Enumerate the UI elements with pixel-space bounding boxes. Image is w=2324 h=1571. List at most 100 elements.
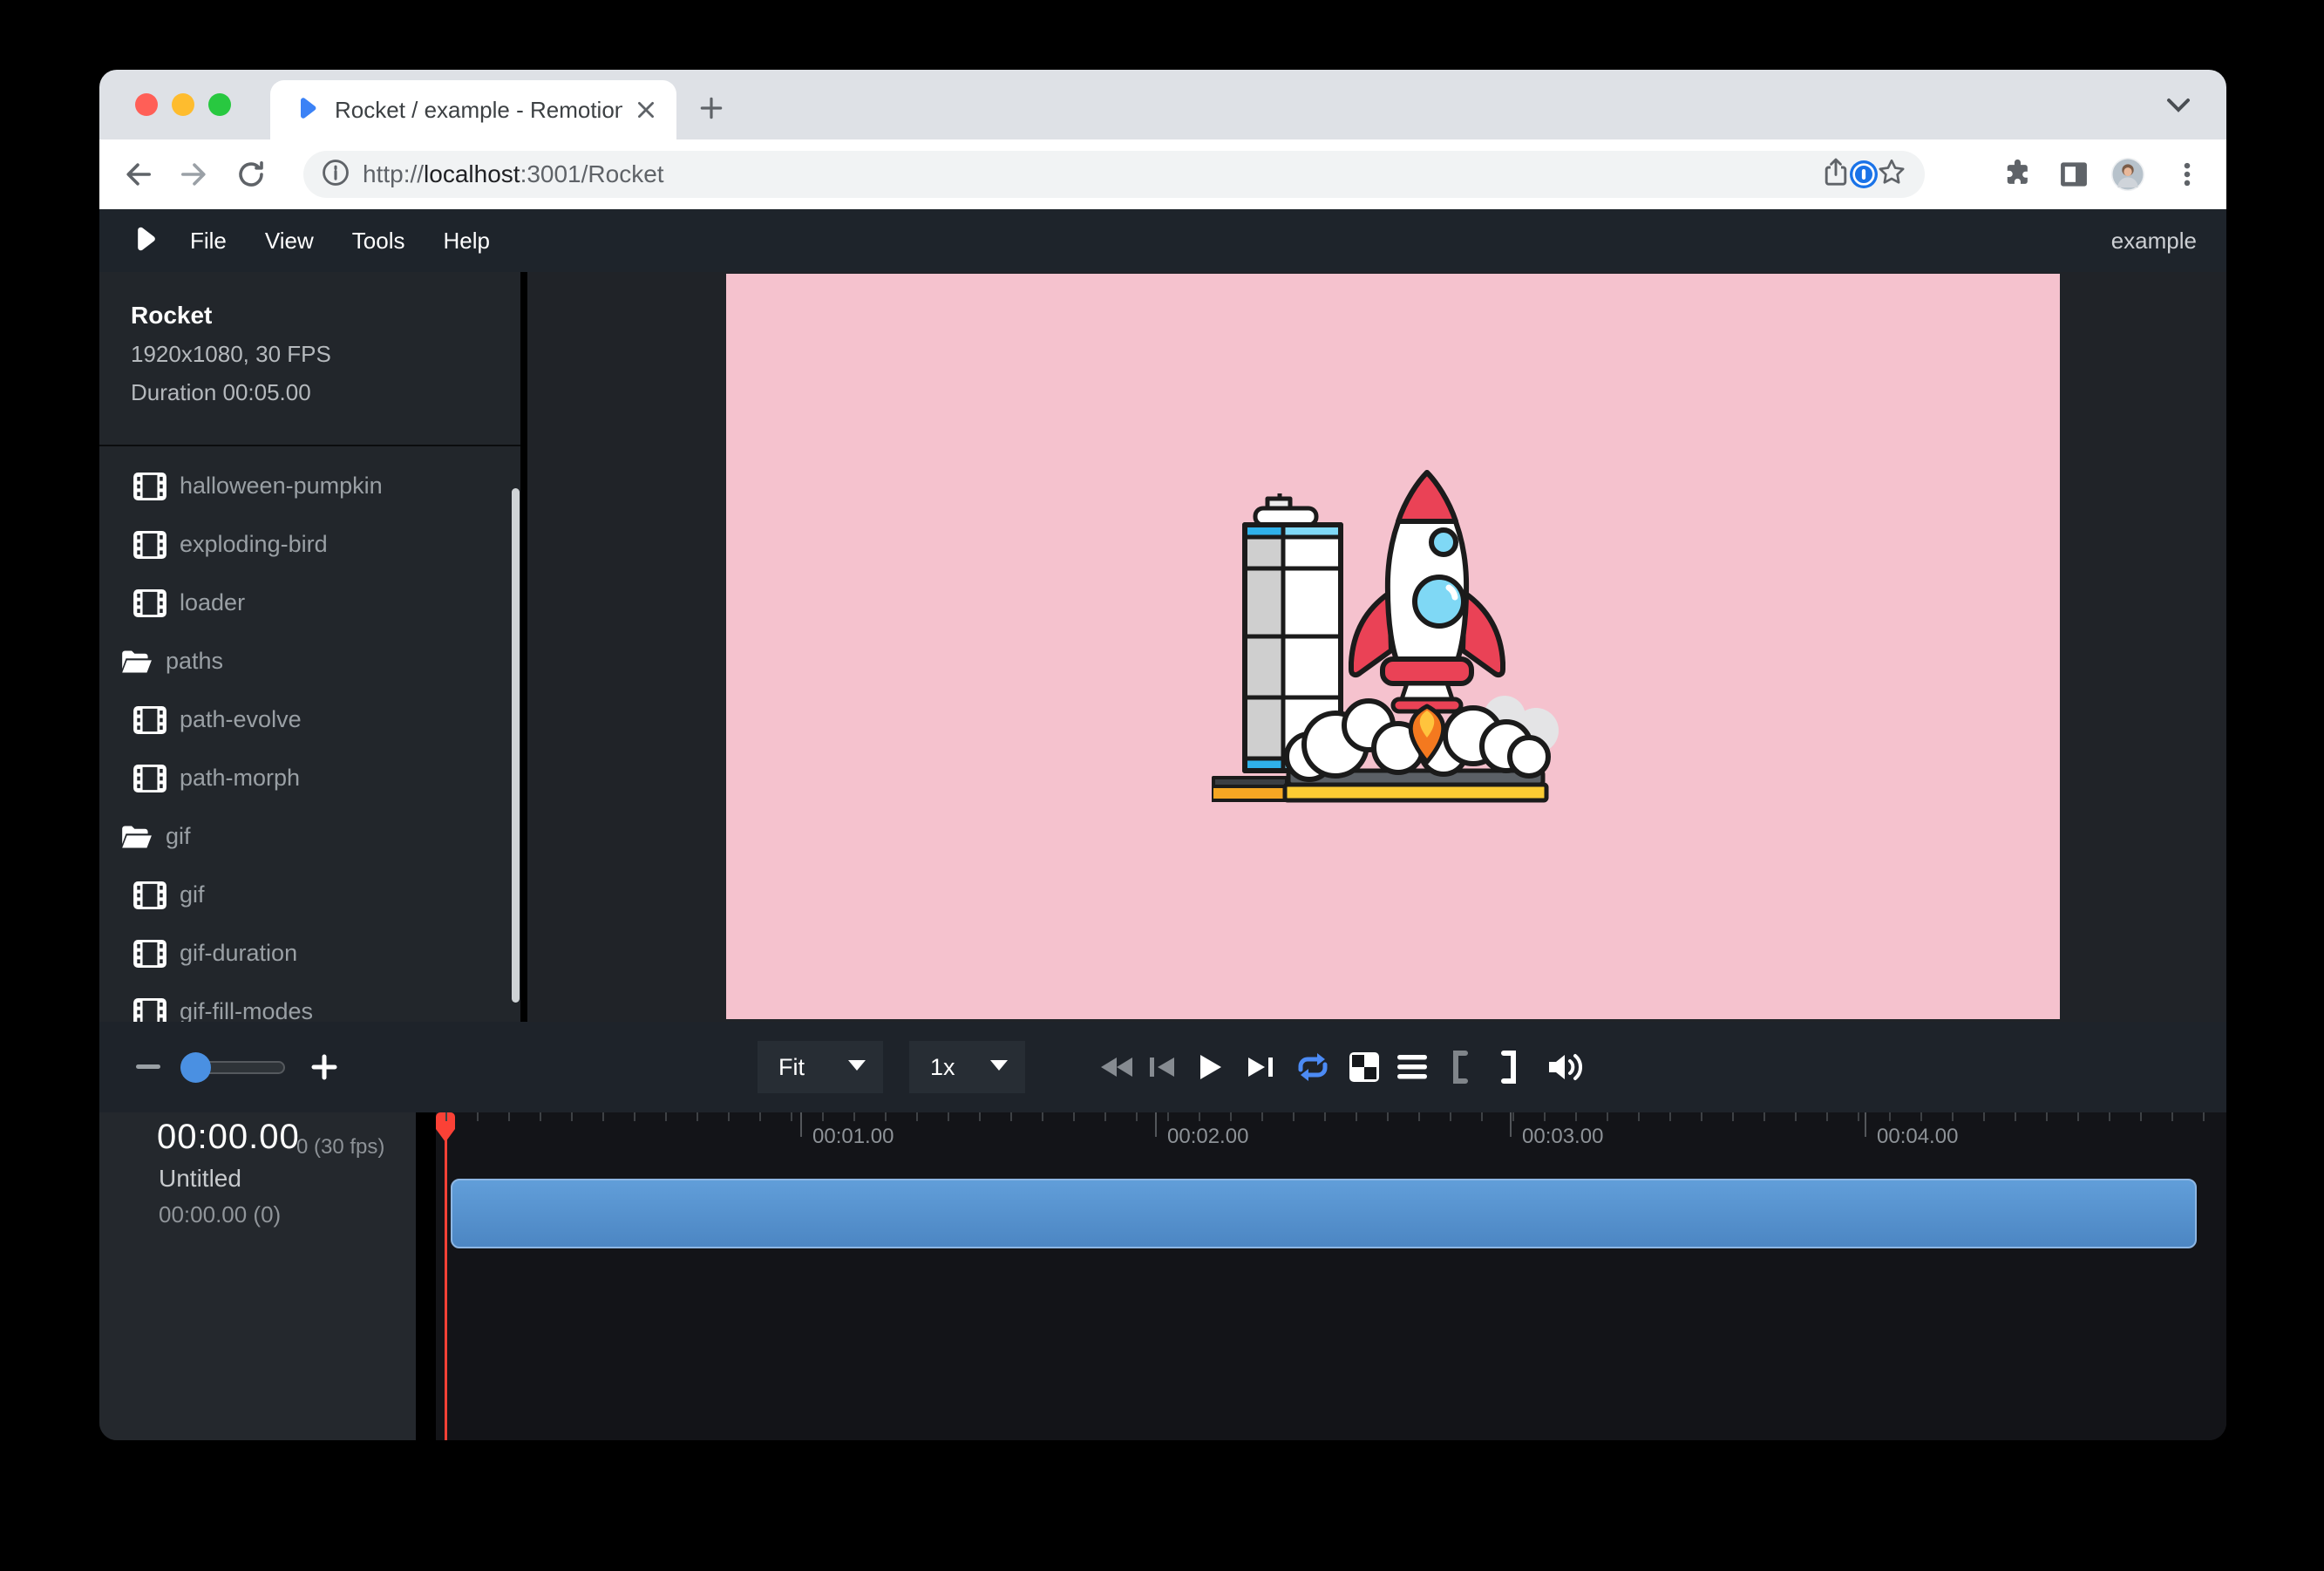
ruler-tick xyxy=(822,1112,824,1121)
playback-toolbar: Fit 1x xyxy=(99,1022,2226,1112)
ruler-tick xyxy=(2171,1112,2173,1121)
traffic-light-zoom[interactable] xyxy=(208,93,231,116)
browser-tab[interactable]: Rocket / example - Remotion P xyxy=(270,80,676,139)
menu-tools[interactable]: Tools xyxy=(352,228,405,255)
main-area: Rocket 1920x1080, 30 FPS Duration 00:05.… xyxy=(99,272,2226,1022)
forward-button[interactable] xyxy=(177,157,212,192)
traffic-light-minimize[interactable] xyxy=(172,93,194,116)
ruler-tick xyxy=(759,1112,761,1121)
address-bar[interactable]: http://localhost:3001/Rocket xyxy=(303,151,1925,198)
composition-list-item[interactable]: halloween-pumpkin xyxy=(99,457,520,515)
skip-to-start-button[interactable] xyxy=(1096,1022,1138,1112)
compositions-sidebar: Rocket 1920x1080, 30 FPS Duration 00:05.… xyxy=(99,272,520,1022)
out-point-bracket-button[interactable] xyxy=(1492,1022,1526,1112)
menu-help[interactable]: Help xyxy=(444,228,490,255)
ruler-tick xyxy=(1261,1112,1263,1121)
chevron-down-icon xyxy=(990,1059,1008,1075)
browser-menu-icon[interactable] xyxy=(2170,157,2205,192)
ruler-tick xyxy=(571,1112,573,1121)
composition-list-item[interactable]: gif-duration xyxy=(99,924,520,983)
ruler-tick xyxy=(634,1112,635,1121)
extensions-puzzle-icon[interactable] xyxy=(2001,157,2035,192)
ruler-tick xyxy=(697,1112,698,1121)
profile-avatar[interactable] xyxy=(2110,157,2145,192)
speed-dropdown[interactable]: 1x xyxy=(909,1041,1025,1093)
menu-file[interactable]: File xyxy=(190,228,227,255)
ruler-tick xyxy=(1575,1112,1577,1121)
composition-list-item[interactable]: exploding-bird xyxy=(99,515,520,574)
composition-list-item[interactable]: gif xyxy=(99,807,520,866)
ruler-tick xyxy=(1167,1112,1169,1121)
composition-list-item[interactable]: gif xyxy=(99,866,520,924)
speed-dropdown-value: 1x xyxy=(930,1054,955,1081)
ruler-tick xyxy=(1199,1112,1200,1121)
new-tab-button[interactable] xyxy=(697,94,725,126)
ruler-tick xyxy=(1638,1112,1640,1121)
composition-list-item[interactable]: paths xyxy=(99,632,520,690)
ruler-tick xyxy=(2015,1112,2016,1121)
menu-view[interactable]: View xyxy=(265,228,314,255)
tab-close-icon[interactable] xyxy=(633,97,659,123)
composition-list-item[interactable]: path-morph xyxy=(99,749,520,807)
ruler-tick xyxy=(853,1112,855,1121)
previous-frame-button[interactable] xyxy=(1143,1022,1181,1112)
video-frame xyxy=(726,274,2060,1019)
ruler-tick xyxy=(1450,1112,1451,1121)
ruler-time-label: 00:04.00 xyxy=(1877,1125,1958,1149)
loop-toggle-button[interactable] xyxy=(1292,1022,1334,1112)
track-name-label: Untitled xyxy=(159,1165,241,1193)
ruler-time-label: 00:01.00 xyxy=(812,1125,894,1149)
screen-background: Rocket / example - Remotion P xyxy=(0,0,2324,1571)
zoom-slider-thumb[interactable] xyxy=(180,1052,211,1083)
composition-label: loader xyxy=(180,589,245,616)
film-icon xyxy=(133,706,166,734)
in-point-bracket-button[interactable] xyxy=(1443,1022,1478,1112)
remotion-logo[interactable] xyxy=(129,224,159,258)
next-frame-button[interactable] xyxy=(1241,1022,1280,1112)
ruler-tick xyxy=(1826,1112,1828,1121)
size-dropdown[interactable]: Fit xyxy=(758,1041,883,1093)
tab-search-chevron-icon[interactable] xyxy=(2165,98,2191,118)
ruler-tick xyxy=(1669,1112,1671,1121)
sidebar-scrollbar[interactable] xyxy=(512,488,520,1003)
side-panel-icon[interactable] xyxy=(2056,157,2091,192)
timeline-rows-button[interactable] xyxy=(1393,1022,1431,1112)
ruler-tick xyxy=(1952,1112,1954,1121)
ruler-major-tick xyxy=(1865,1112,1866,1137)
film-icon xyxy=(133,765,166,792)
composition-list-item[interactable]: gif-fill-modes xyxy=(99,983,520,1022)
ruler-tick xyxy=(1324,1112,1326,1121)
composition-list-item[interactable]: loader xyxy=(99,574,520,632)
traffic-light-close[interactable] xyxy=(135,93,158,116)
preview-canvas-area xyxy=(527,272,2226,1022)
reload-button[interactable] xyxy=(234,157,268,192)
timeline-ruler[interactable]: 00:01.0000:02.0000:03.0000:04.00 xyxy=(436,1112,2226,1440)
volume-button[interactable] xyxy=(1542,1022,1591,1112)
ruler-tick xyxy=(1481,1112,1483,1121)
size-dropdown-value: Fit xyxy=(778,1054,805,1081)
site-info-icon[interactable] xyxy=(321,158,350,192)
composition-label: path-evolve xyxy=(180,706,302,733)
ruler-tick xyxy=(885,1112,887,1121)
zoom-out-button[interactable] xyxy=(134,1022,162,1112)
composition-duration: Duration 00:05.00 xyxy=(131,379,520,406)
composition-list-item[interactable]: path-evolve xyxy=(99,690,520,749)
ruler-tick xyxy=(2203,1112,2205,1121)
ruler-tick xyxy=(477,1112,479,1121)
zoom-in-button[interactable] xyxy=(310,1022,338,1112)
playhead-line[interactable] xyxy=(445,1112,447,1440)
checkerboard-transparency-button[interactable] xyxy=(1345,1022,1383,1112)
ruler-tick xyxy=(2077,1112,2079,1121)
ruler-tick xyxy=(1418,1112,1420,1121)
ruler-tick xyxy=(1763,1112,1765,1121)
ruler-tick xyxy=(1010,1112,1012,1121)
password-manager-extension-icon[interactable] xyxy=(1846,157,1881,192)
play-button[interactable] xyxy=(1191,1022,1229,1112)
ruler-major-tick xyxy=(1155,1112,1157,1137)
back-button[interactable] xyxy=(120,157,155,192)
film-icon xyxy=(133,589,166,617)
composition-label: halloween-pumpkin xyxy=(180,473,383,500)
timeline-panel: 00:00.00 0 (30 fps) Untitled 00:00.00 (0… xyxy=(99,1112,2226,1440)
timeline-track-bar[interactable] xyxy=(451,1179,2197,1248)
sidebar-canvas-divider xyxy=(520,272,527,1022)
